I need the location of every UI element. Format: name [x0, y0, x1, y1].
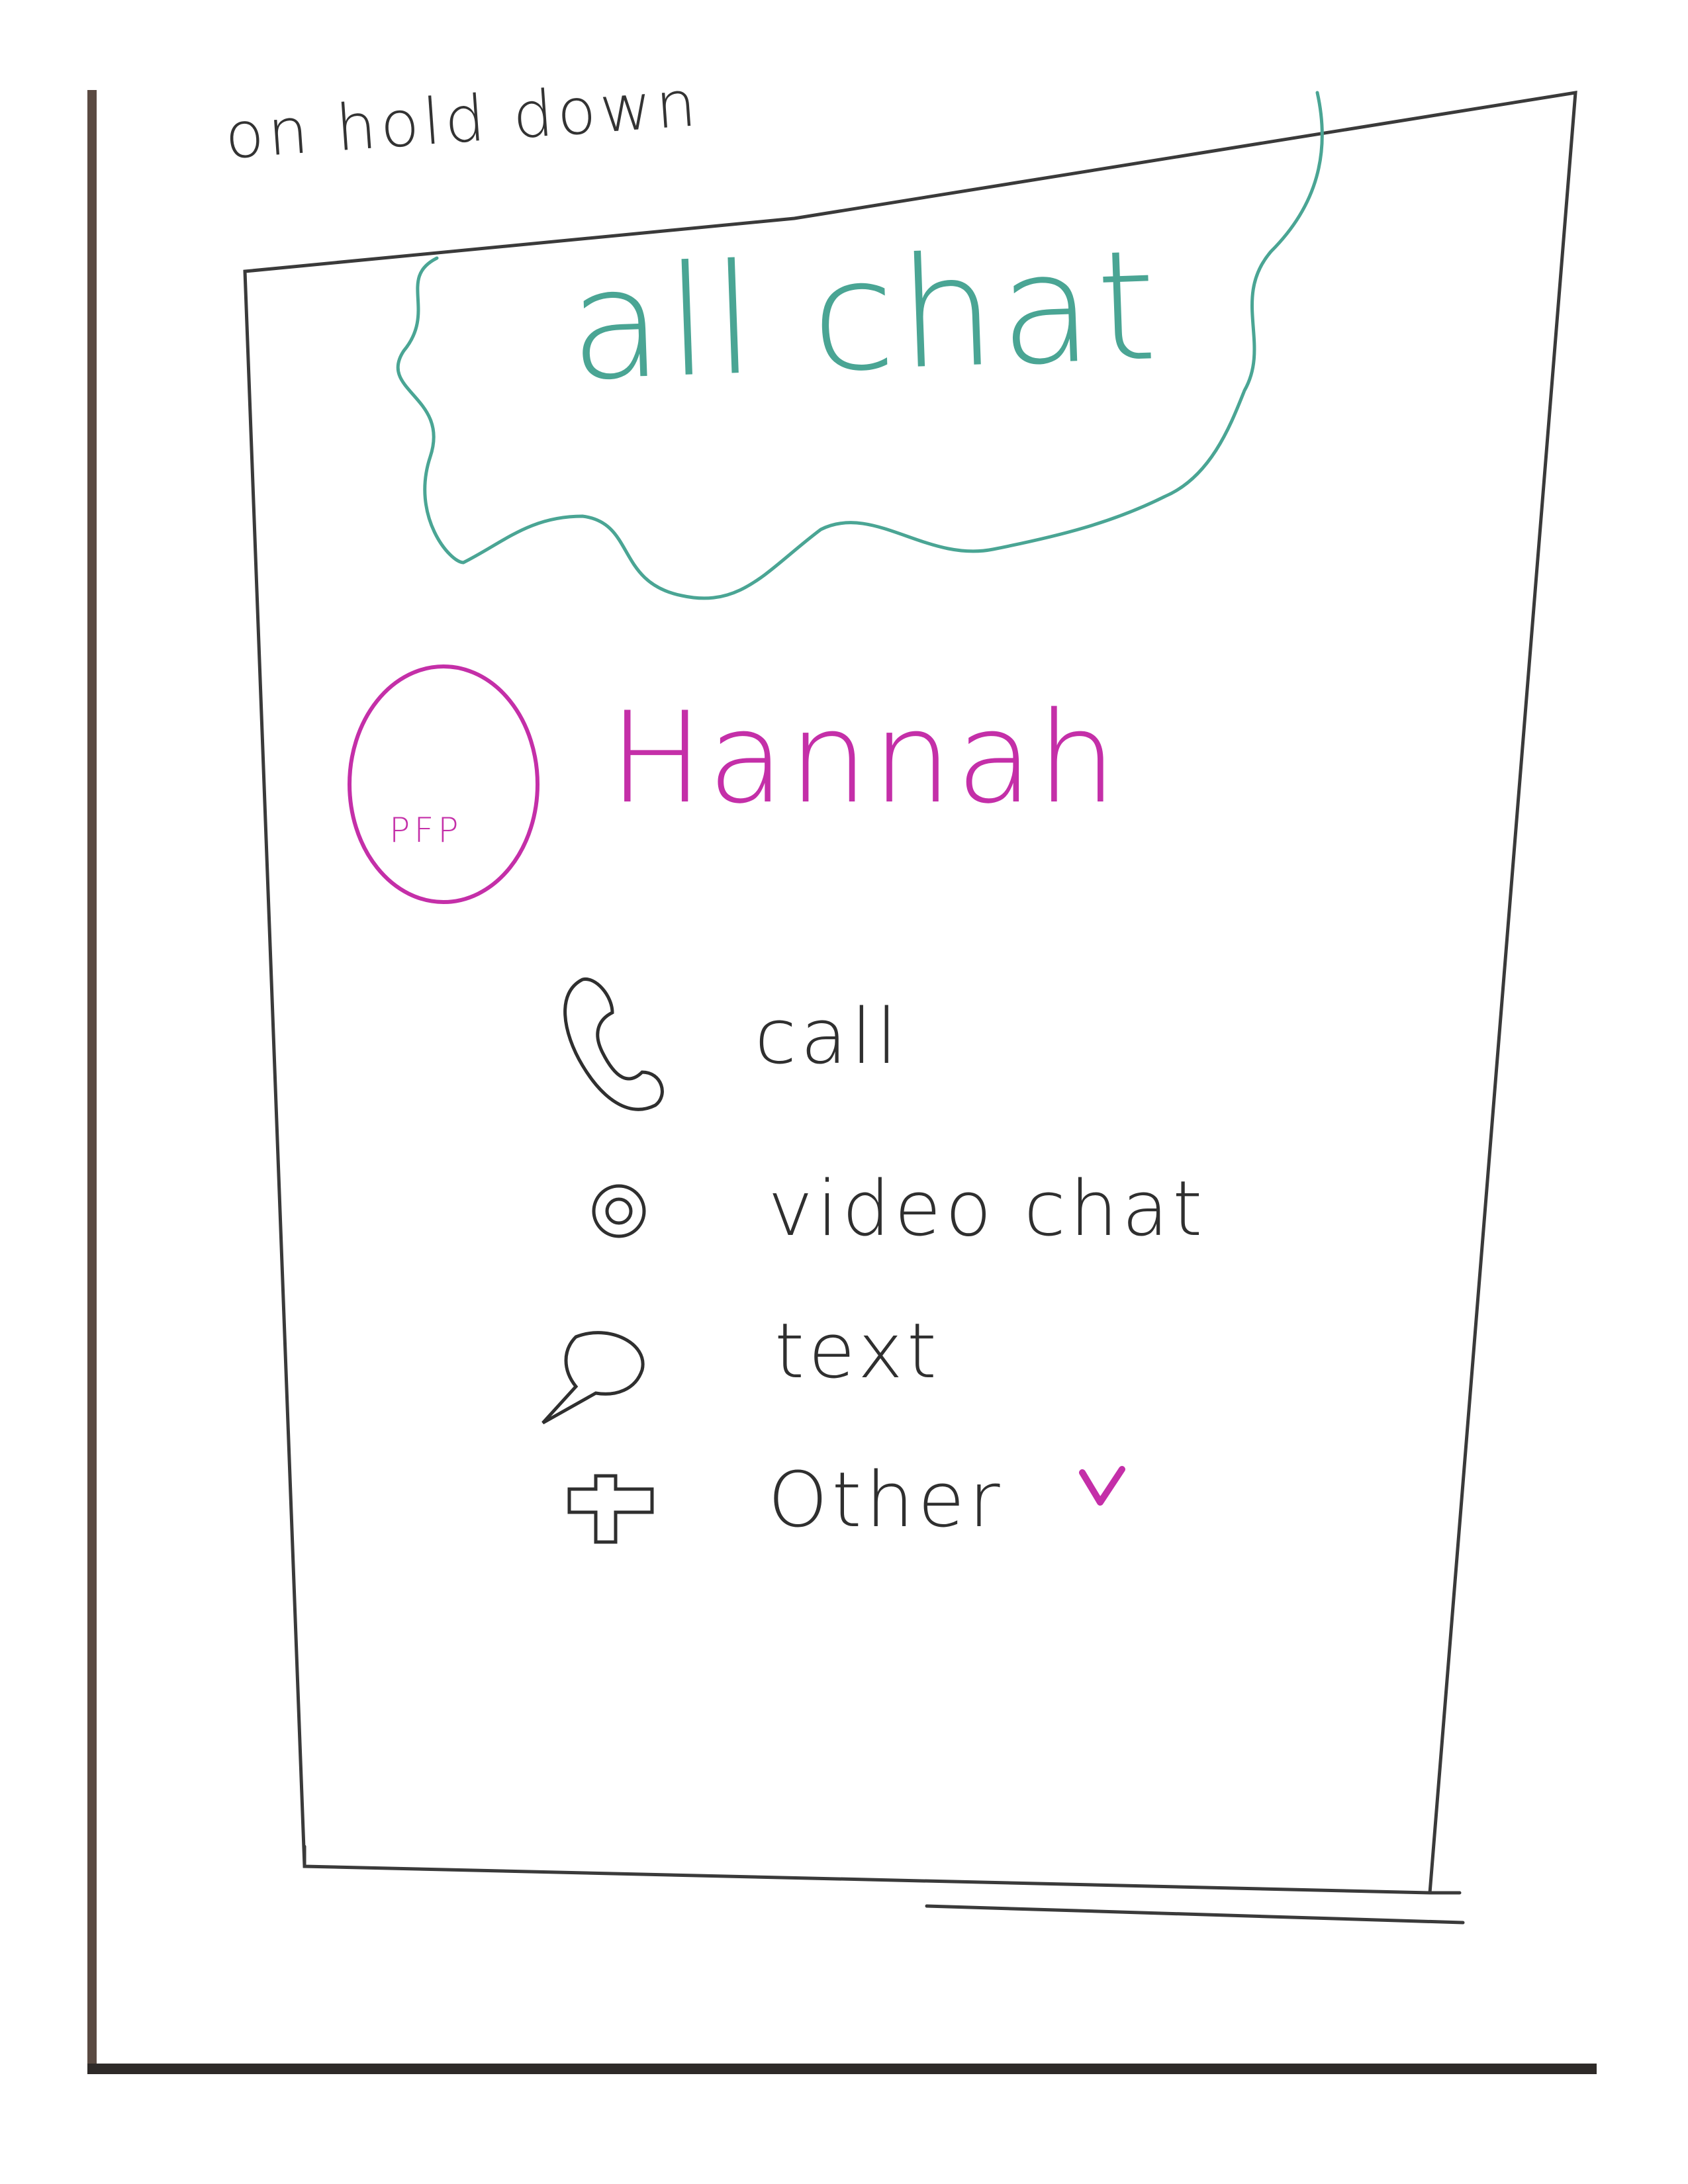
video-camera-icon[interactable] [592, 1184, 646, 1238]
page-title: all chat [566, 217, 1164, 415]
other-option-label[interactable]: Other [768, 1456, 1004, 1545]
video-chat-option-label[interactable]: video chat [768, 1165, 1206, 1253]
sketch-paper: on hold down all chat Hannah PFP call vi… [0, 0, 1688, 2184]
speech-bubble-icon[interactable] [541, 1331, 645, 1425]
avatar-label: PFP [389, 811, 463, 850]
call-option-label[interactable]: call [755, 993, 902, 1081]
plus-icon[interactable] [567, 1474, 654, 1544]
avatar-circle[interactable] [348, 664, 539, 904]
contact-name: Hannah [609, 685, 1121, 831]
text-option-label[interactable]: text [774, 1307, 941, 1396]
chevron-down-icon[interactable] [1079, 1466, 1125, 1506]
phone-icon[interactable] [563, 978, 664, 1111]
